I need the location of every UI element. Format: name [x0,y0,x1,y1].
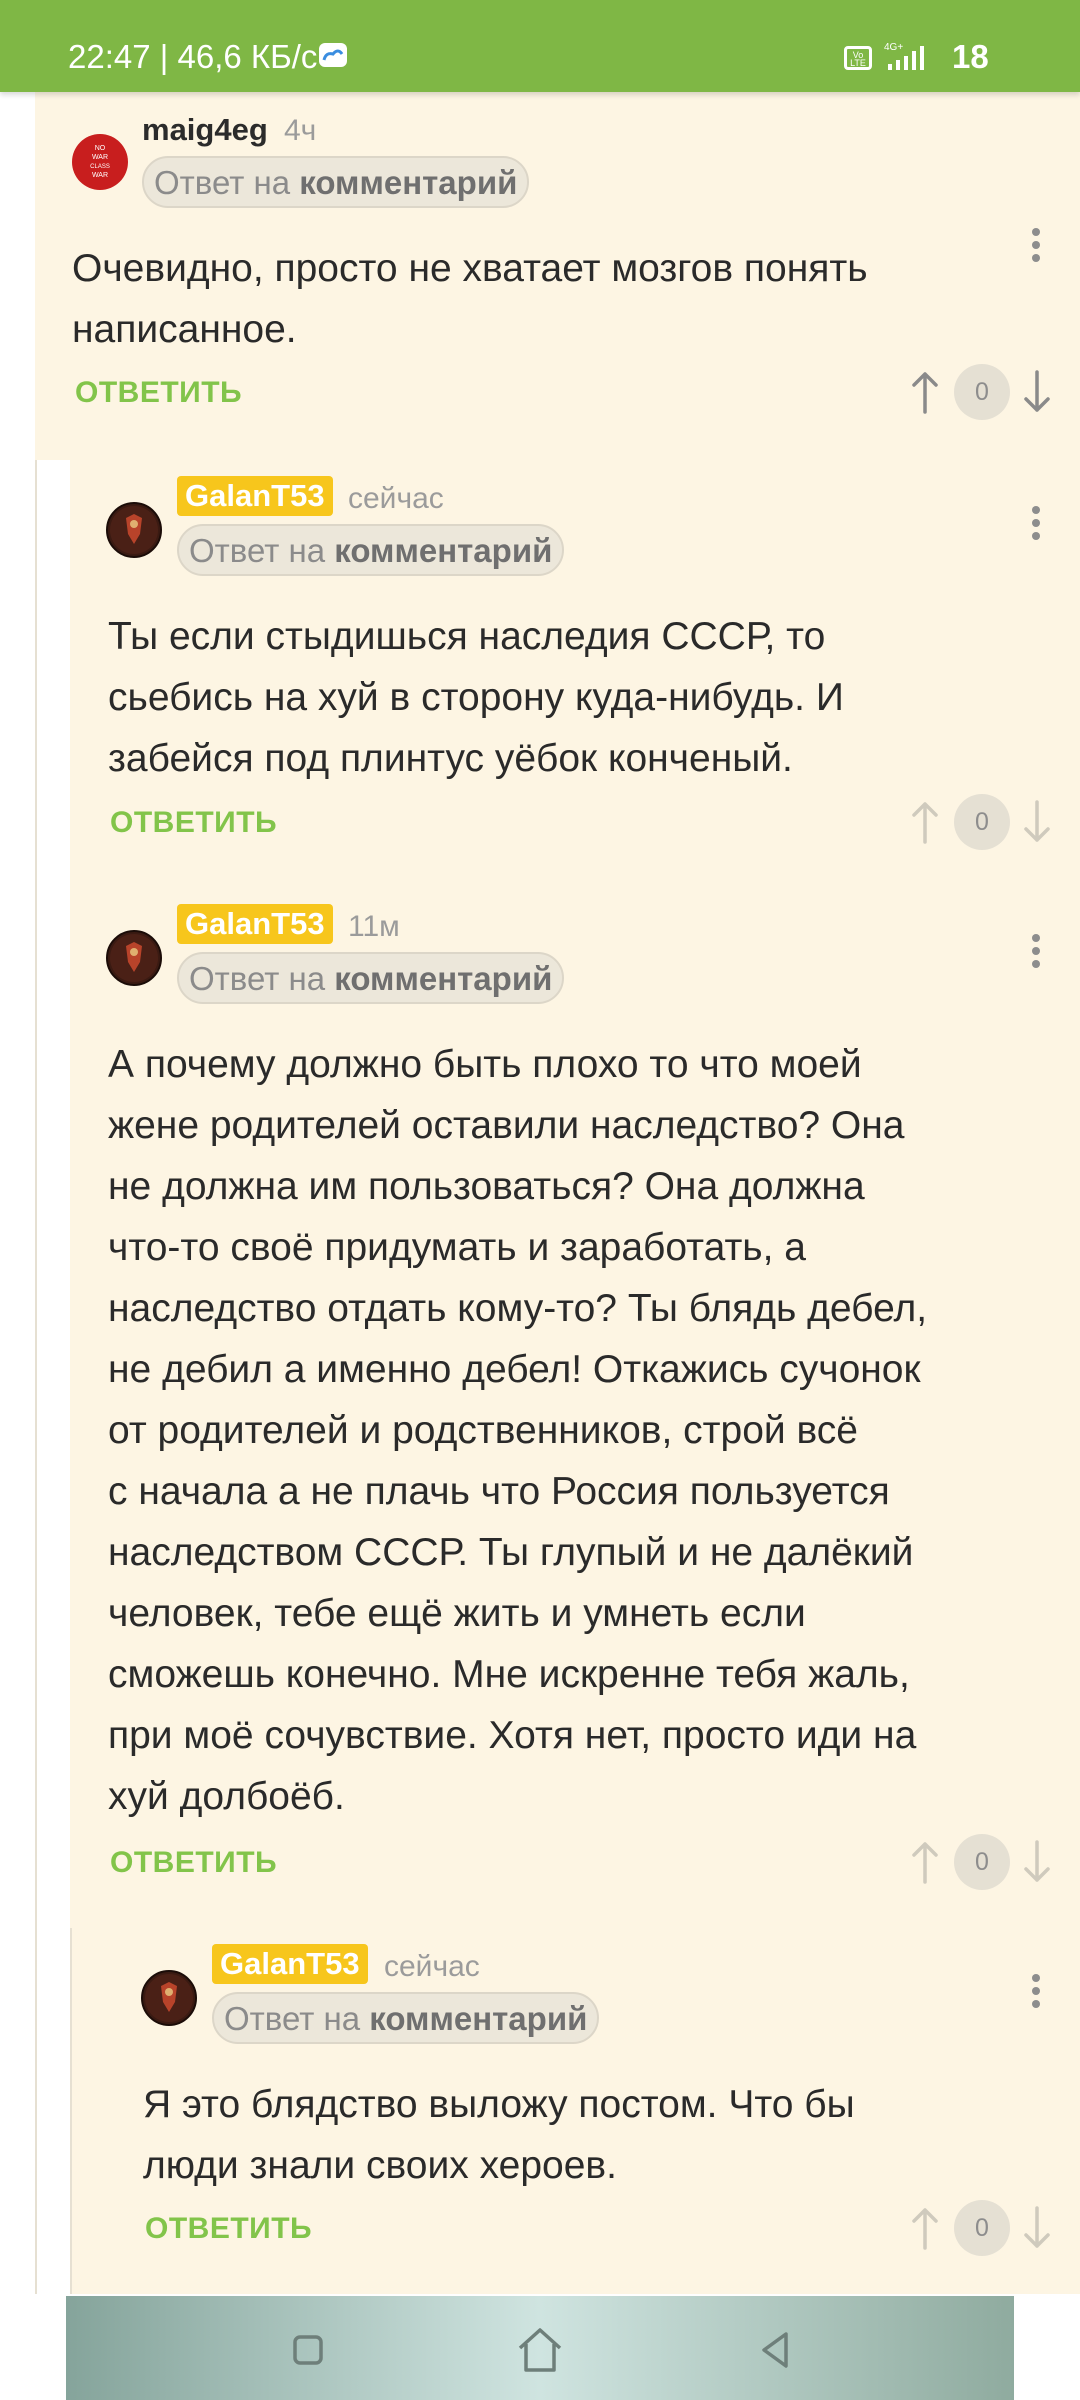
vote-control: 0 [910,1834,1052,1894]
signal-icon: 4G+ [884,42,924,70]
reply-button[interactable]: ОТВЕТИТЬ [145,2212,312,2246]
system-nav-bar [66,2296,1014,2400]
comment-text: Я это блядство выложу постом. Что бы люд… [143,2083,855,2187]
arrow-down-icon[interactable] [1022,800,1052,844]
reply-target: комментарий [334,532,553,569]
vote-control: 0 [910,364,1052,424]
reply-to-chip[interactable]: Ответ на комментарий [212,1992,600,2044]
avatar-logo: NO WAR CLASS WAR [90,145,110,179]
avatar[interactable] [141,1970,197,2026]
reply-button[interactable]: ОТВЕТИТЬ [110,806,277,840]
comment-time: 11м [348,910,400,943]
author-name[interactable]: GalanT53 [177,476,333,516]
more-vert-icon[interactable] [1026,930,1046,980]
vote-count: 0 [954,2200,1010,2256]
cloud-icon [319,43,347,67]
status-time: 22:47 | 46,6 КБ/с [68,38,318,75]
svg-text:CLASS: CLASS [90,164,110,170]
arrow-down-icon[interactable] [1022,1840,1052,1884]
svg-text:NO: NO [95,145,106,152]
nav-home-icon[interactable] [510,2322,570,2378]
vote-control: 0 [910,794,1052,854]
comment-text: А почему должно быть плохо то что моей ж… [108,1043,928,1818]
reply-to-chip[interactable]: Ответ на комментарий [177,952,565,1004]
avatar-image [110,506,158,554]
comment-text: Ты если стыдишься наследия СССР, то сьеб… [108,615,844,780]
reply-to-chip[interactable]: Ответ на комментарий [142,156,530,208]
svg-text:WAR: WAR [92,172,108,179]
avatar[interactable] [106,930,162,986]
nav-recents-icon[interactable] [278,2322,338,2378]
volte-icon: Vo LTE [844,46,872,70]
comment-time: сейчас [384,1950,480,1983]
more-vert-icon[interactable] [1026,224,1046,274]
reply-target: комментарий [334,960,553,997]
reply-prefix: Ответ на [224,2000,361,2037]
more-vert-icon[interactable] [1026,502,1046,552]
nav-back-icon[interactable] [746,2322,806,2378]
arrow-up-icon[interactable] [910,800,940,844]
reply-target: комментарий [299,164,518,201]
comment-text: Очевидно, просто не хватает мозгов понят… [72,247,868,351]
arrow-up-icon[interactable] [910,2206,940,2250]
vote-count: 0 [954,1834,1010,1890]
avatar[interactable]: NO WAR CLASS WAR [72,134,128,190]
comment: NO WAR CLASS WAR maig4eg 4ч Ответ на ком… [0,92,1080,460]
network-type: 4G+ [884,42,903,53]
reply-target: комментарий [369,2000,588,2037]
reply-to-chip[interactable]: Ответ на комментарий [177,524,565,576]
more-vert-icon[interactable] [1026,1970,1046,2020]
author-name[interactable]: GalanT53 [212,1944,368,1984]
vote-control: 0 [910,2200,1052,2260]
status-bar: 22:47 | 46,6 КБ/с Vo LTE 4G+ 18 [0,0,1080,92]
reply-prefix: Ответ на [189,960,326,997]
avatar-image [110,934,158,982]
comment-time: 4ч [284,114,317,147]
arrow-down-icon[interactable] [1022,2206,1052,2250]
comment: GalanT53 сейчас Ответ на комментарий Я э… [0,1928,1080,2294]
reply-prefix: Ответ на [189,532,326,569]
arrow-up-icon[interactable] [910,1840,940,1884]
reply-button[interactable]: ОТВЕТИТЬ [75,376,242,410]
vote-count: 0 [954,794,1010,850]
avatar[interactable] [106,502,162,558]
avatar-image [145,1974,193,2022]
author-name[interactable]: maig4eg [142,112,268,148]
arrow-down-icon[interactable] [1022,370,1052,414]
battery-level: 18 [952,38,989,75]
reply-button[interactable]: ОТВЕТИТЬ [110,1846,277,1880]
arrow-up-icon[interactable] [910,370,940,414]
comment: GalanT53 сейчас Ответ на комментарий Ты … [0,460,1080,888]
vote-count: 0 [954,364,1010,420]
comment-time: сейчас [348,482,444,515]
svg-text:WAR: WAR [92,154,108,161]
author-name[interactable]: GalanT53 [177,904,333,944]
comment: GalanT53 11м Ответ на комментарий А поче… [0,888,1080,1928]
reply-prefix: Ответ на [154,164,291,201]
